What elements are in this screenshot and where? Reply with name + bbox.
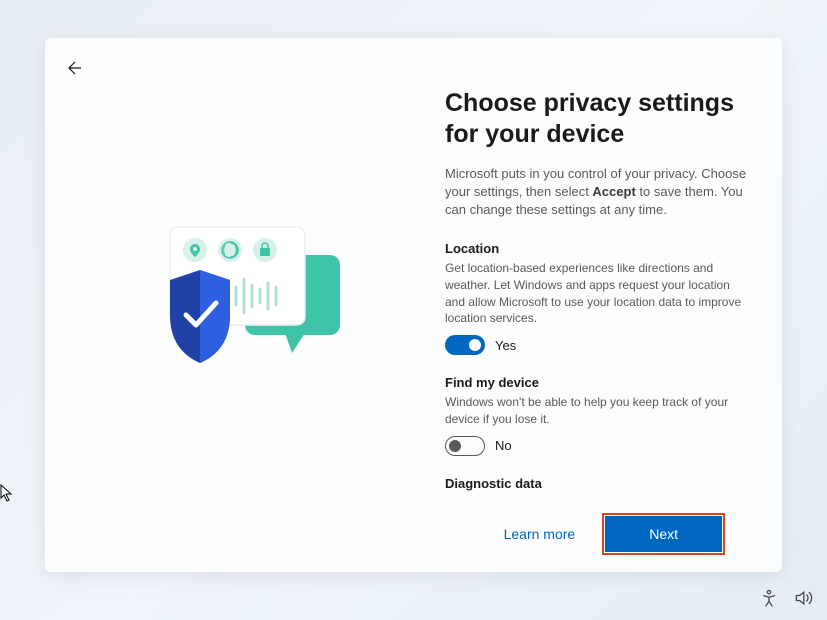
illustration-panel bbox=[45, 38, 445, 572]
toggle-label: Yes bbox=[495, 338, 516, 353]
back-button[interactable] bbox=[63, 56, 87, 80]
setting-diagnostic-data: Diagnostic data Send info about the webs… bbox=[445, 476, 744, 496]
setting-description: Windows won't be able to help you keep t… bbox=[445, 394, 744, 428]
back-arrow-icon bbox=[66, 59, 84, 77]
settings-scroll[interactable]: Location Get location-based experiences … bbox=[445, 241, 752, 496]
setting-find-my-device: Find my device Windows won't be able to … bbox=[445, 375, 744, 456]
settings-panel: Choose privacy settings for your device … bbox=[445, 38, 782, 572]
setting-description: Get location-based experiences like dire… bbox=[445, 260, 744, 327]
cursor-icon bbox=[0, 484, 14, 502]
learn-more-link[interactable]: Learn more bbox=[492, 518, 588, 550]
setting-location: Location Get location-based experiences … bbox=[445, 241, 744, 355]
find-my-device-toggle[interactable] bbox=[445, 436, 485, 456]
toggle-label: No bbox=[495, 438, 512, 453]
toggle-row: Yes bbox=[445, 335, 744, 355]
bottom-icons bbox=[759, 588, 813, 608]
next-button[interactable]: Next bbox=[605, 516, 722, 552]
toggle-knob bbox=[449, 440, 461, 452]
accessibility-icon[interactable] bbox=[759, 588, 779, 608]
toggle-row: No bbox=[445, 436, 744, 456]
toggle-knob bbox=[469, 339, 481, 351]
setting-title: Location bbox=[445, 241, 744, 256]
page-title: Choose privacy settings for your device bbox=[445, 88, 752, 151]
setting-title: Find my device bbox=[445, 375, 744, 390]
footer: Learn more Next bbox=[445, 496, 752, 572]
privacy-illustration bbox=[130, 205, 360, 405]
setup-card: Choose privacy settings for your device … bbox=[45, 38, 782, 572]
setting-title: Diagnostic data bbox=[445, 476, 744, 491]
location-toggle[interactable] bbox=[445, 335, 485, 355]
content-wrapper: Choose privacy settings for your device … bbox=[45, 38, 782, 572]
page-description: Microsoft puts in you control of your pr… bbox=[445, 165, 752, 220]
volume-icon[interactable] bbox=[793, 588, 813, 608]
